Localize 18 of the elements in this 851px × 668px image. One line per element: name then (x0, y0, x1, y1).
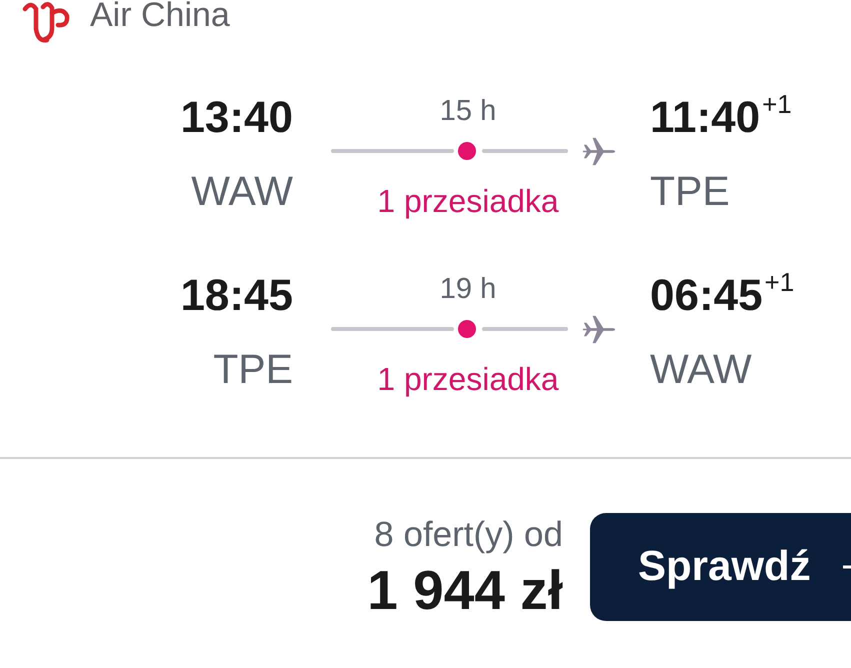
check-button[interactable]: Sprawdź (590, 513, 851, 622)
stop-dot-icon (458, 320, 476, 338)
arrival-time: 06:45$^{+1}$ (650, 270, 794, 322)
stop-dot-icon (458, 142, 476, 160)
stops-text: 1 przesiadka (376, 182, 560, 220)
duration-text: 15 h (438, 94, 498, 129)
departure-time: 13:40 (180, 92, 293, 144)
departure-airport-code: WAW (191, 166, 293, 216)
offer-count-text: 8 ofert(y) od (374, 514, 563, 556)
stops-text: 1 przesiadka (376, 360, 560, 398)
departure-airport-code: TPE (213, 344, 293, 394)
airline-name: Air China (90, 0, 230, 31)
departure-time: 18:45 (180, 270, 293, 322)
duration-text: 19 h (438, 272, 498, 307)
arrival-airport-code: TPE (650, 166, 730, 216)
price-text: 1 944 zł (367, 559, 563, 623)
arrival-airport-code: WAW (650, 344, 752, 394)
arrival-time: 11:40$^{+1}$ (650, 92, 792, 144)
